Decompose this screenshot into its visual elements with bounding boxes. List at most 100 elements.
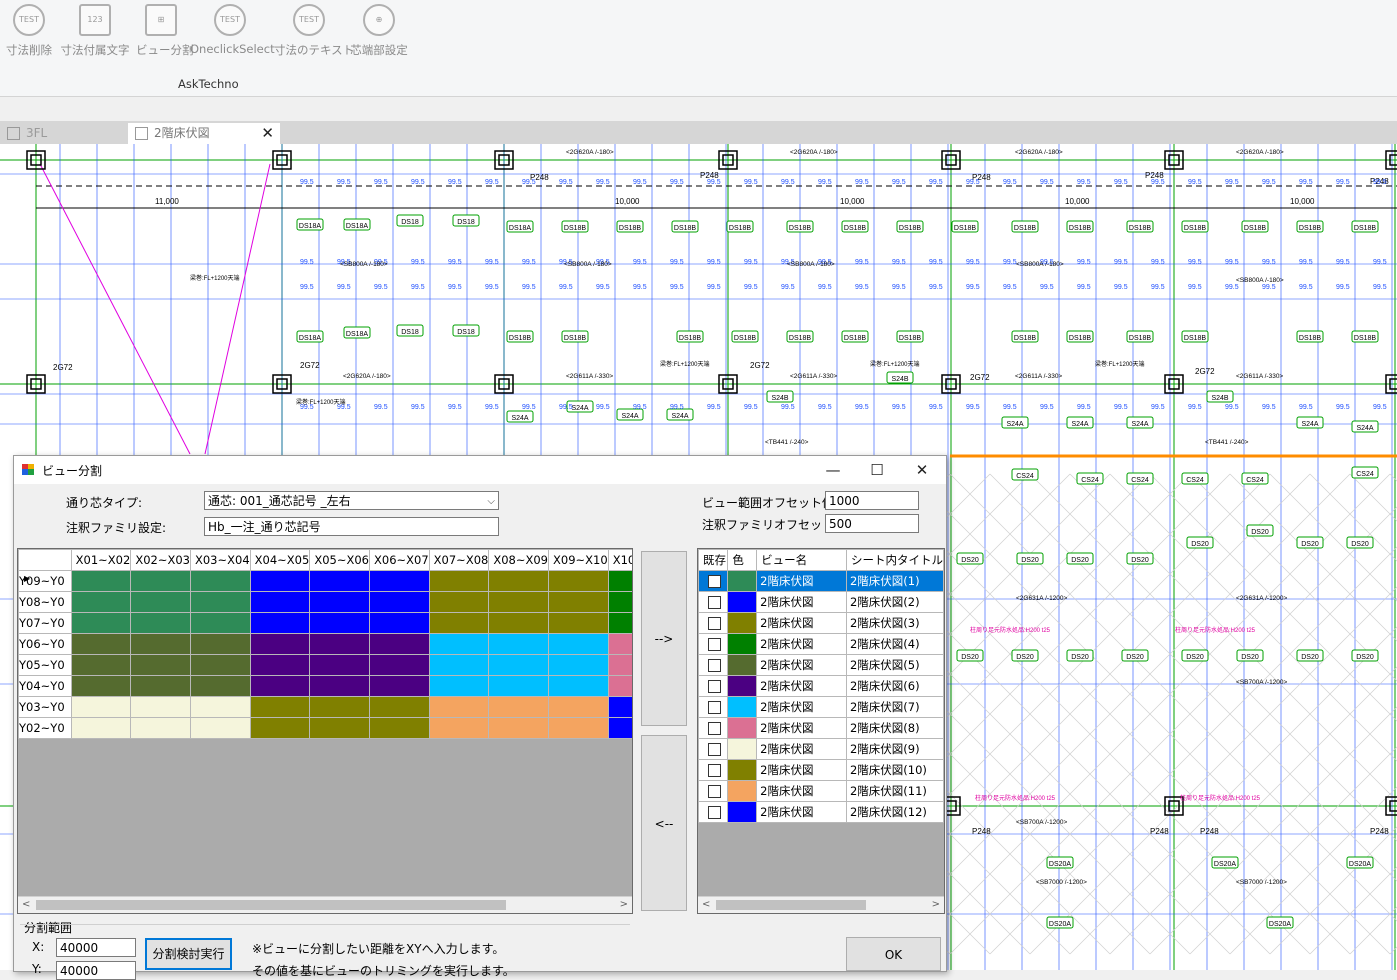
grid-cell[interactable] — [428, 717, 490, 739]
sheet-title-cell[interactable]: 2階床伏図(1) — [845, 570, 944, 592]
grid-cell[interactable] — [130, 717, 191, 739]
grid-row-header[interactable]: Y06~Y0 — [18, 633, 72, 655]
grid-cell[interactable] — [309, 717, 370, 739]
existing-checkbox[interactable] — [708, 806, 721, 819]
dimension-text-button[interactable]: 123 寸法付属文字 — [60, 4, 130, 58]
existing-cell[interactable] — [698, 591, 729, 613]
view-name-cell[interactable]: 2階床伏図 — [756, 759, 847, 781]
grid-cell[interactable] — [189, 717, 251, 739]
grid-cell[interactable] — [369, 717, 430, 739]
view-list[interactable]: 既存 色 ビュー名 シート内タイトル 2階床伏図 2階床伏図(1) 2階床伏図 2階床… — [697, 548, 945, 914]
view-list-row[interactable]: 2階床伏図 2階床伏図(5) — [698, 654, 944, 676]
grid-row[interactable]: Y02~Y0 — [18, 717, 632, 739]
grid-cell[interactable] — [488, 717, 550, 739]
grid-row-header[interactable]: Y02~Y0 — [18, 717, 72, 739]
sheet-title-cell[interactable]: 2階床伏図(2) — [845, 591, 944, 613]
grid-cell[interactable] — [189, 570, 251, 592]
grid-cell[interactable] — [428, 633, 490, 655]
grid-cell[interactable] — [548, 591, 609, 613]
sheet-title-cell[interactable]: 2階床伏図(12) — [845, 801, 944, 823]
grid-cell[interactable] — [428, 570, 490, 592]
grid-cell[interactable] — [70, 612, 132, 634]
grid-cell[interactable] — [189, 591, 251, 613]
dimension-text-setting-button[interactable]: TEST 寸法のテキスト — [274, 4, 354, 58]
grid-cell[interactable] — [607, 696, 632, 718]
view-list-row[interactable]: 2階床伏図 2階床伏図(8) — [698, 717, 944, 739]
grid-cell[interactable] — [369, 591, 430, 613]
view-name-cell[interactable]: 2階床伏図 — [756, 633, 847, 655]
grid-cell[interactable] — [369, 633, 430, 655]
sheet-title-cell[interactable]: 2階床伏図(7) — [845, 696, 944, 718]
existing-cell[interactable] — [698, 738, 729, 760]
view-list-row[interactable]: 2階床伏図 2階床伏図(12) — [698, 801, 944, 823]
view-name-cell[interactable]: 2階床伏図 — [756, 717, 847, 739]
sheet-title-cell[interactable]: 2階床伏図(4) — [845, 633, 944, 655]
remove-view-button[interactable]: <-- — [641, 735, 687, 911]
grid-cell[interactable] — [607, 675, 632, 697]
grid-cell[interactable] — [309, 612, 370, 634]
view-name-cell[interactable]: 2階床伏図 — [756, 780, 847, 802]
sheet-title-cell[interactable]: 2階床伏図(10) — [845, 759, 944, 781]
view-name-cell[interactable]: 2階床伏図 — [756, 570, 847, 592]
run-split-button[interactable]: 分割検討実行 — [145, 938, 232, 970]
scroll-thumb[interactable] — [716, 900, 866, 910]
grid-cell[interactable] — [548, 675, 609, 697]
grid-cell[interactable] — [70, 675, 132, 697]
view-name-cell[interactable]: 2階床伏図 — [756, 696, 847, 718]
existing-cell[interactable] — [698, 654, 729, 676]
view-name-cell[interactable]: 2階床伏図 — [756, 612, 847, 634]
existing-cell[interactable] — [698, 717, 729, 739]
grid-row-header[interactable]: Y04~Y0 — [18, 675, 72, 697]
add-view-button[interactable]: --> — [641, 551, 687, 726]
existing-checkbox[interactable] — [708, 722, 721, 735]
grid-row[interactable]: Y07~Y0 — [18, 612, 632, 634]
existing-checkbox[interactable] — [708, 743, 721, 756]
grid-cell[interactable] — [309, 570, 370, 592]
close-button[interactable]: ✕ — [900, 458, 944, 482]
sheet-title-cell[interactable]: 2階床伏図(9) — [845, 738, 944, 760]
existing-checkbox[interactable] — [708, 764, 721, 777]
grid-horizontal-scrollbar[interactable]: < > — [18, 896, 632, 913]
existing-cell[interactable] — [698, 801, 729, 823]
grid-cell[interactable] — [130, 591, 191, 613]
grid-cell[interactable] — [70, 570, 132, 592]
grid-row-header[interactable]: Y07~Y0 — [18, 612, 72, 634]
grid-cell[interactable] — [249, 654, 311, 676]
dimension-delete-button[interactable]: TEST 寸法削除 — [5, 4, 53, 58]
grid-cell[interactable] — [607, 570, 632, 592]
view-list-row[interactable]: 2階床伏図 2階床伏図(1) — [698, 570, 944, 592]
grid-cell[interactable] — [428, 591, 490, 613]
scroll-thumb[interactable] — [36, 900, 506, 910]
grid-cell[interactable] — [249, 633, 311, 655]
existing-cell[interactable] — [698, 612, 729, 634]
existing-checkbox[interactable] — [708, 701, 721, 714]
grid-row-header[interactable]: Y05~Y0 — [18, 654, 72, 676]
existing-checkbox[interactable] — [708, 785, 721, 798]
grid-cell[interactable] — [309, 675, 370, 697]
grid-cell[interactable] — [428, 675, 490, 697]
close-icon[interactable]: ✕ — [261, 123, 274, 144]
maximize-button[interactable]: ☐ — [855, 458, 899, 482]
grid-cell[interactable] — [249, 675, 311, 697]
grid-cell[interactable] — [130, 612, 191, 634]
existing-cell[interactable] — [698, 759, 729, 781]
grid-cell[interactable] — [189, 675, 251, 697]
sheet-title-cell[interactable]: 2階床伏図(6) — [845, 675, 944, 697]
grid-cell[interactable] — [488, 654, 550, 676]
view-list-row[interactable]: 2階床伏図 2階床伏図(4) — [698, 633, 944, 655]
grid-end-setting-button[interactable]: ⊕ 芯端部設定 — [349, 4, 409, 58]
grid-cell[interactable] — [428, 654, 490, 676]
scroll-left-icon[interactable]: < — [22, 897, 30, 913]
existing-checkbox[interactable] — [708, 596, 721, 609]
sheet-title-cell[interactable]: 2階床伏図(5) — [845, 654, 944, 676]
grid-cell[interactable] — [130, 633, 191, 655]
existing-cell[interactable] — [698, 675, 729, 697]
grid-cell[interactable] — [548, 717, 609, 739]
grid-cell[interactable] — [309, 633, 370, 655]
grid-cell[interactable] — [607, 717, 632, 739]
grid-row[interactable]: Y05~Y0 — [18, 654, 632, 676]
view-name-cell[interactable]: 2階床伏図 — [756, 675, 847, 697]
grid-cell[interactable] — [70, 717, 132, 739]
ok-button[interactable]: OK — [846, 937, 941, 971]
grid-cell[interactable] — [428, 612, 490, 634]
